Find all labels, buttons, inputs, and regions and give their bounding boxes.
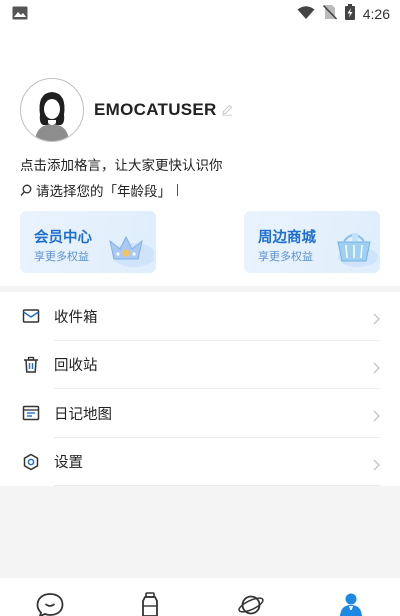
tab-profile[interactable] bbox=[338, 592, 364, 616]
username: EMOCATUSER bbox=[94, 100, 217, 119]
menu-item-label: 日记地图 bbox=[54, 406, 112, 423]
tab-explore[interactable] bbox=[237, 592, 265, 616]
tab-bottle[interactable] bbox=[139, 592, 161, 616]
menu-item-trash[interactable]: 回收站 bbox=[0, 341, 400, 389]
merch-store-subtitle: 享更多权益 bbox=[258, 250, 313, 263]
menu-item-settings[interactable]: 设置 bbox=[0, 438, 400, 486]
profile-header: EMOCATUSER bbox=[20, 78, 233, 142]
tab-chat[interactable] bbox=[36, 592, 64, 616]
no-sim-icon bbox=[322, 4, 337, 24]
menu-item-label: 回收站 bbox=[54, 358, 98, 375]
trash-icon bbox=[22, 356, 40, 374]
battery-charging-icon bbox=[344, 4, 355, 24]
settings-icon bbox=[22, 453, 40, 471]
motto-prompt[interactable]: 点击添加格言，让大家更快认识你 bbox=[20, 154, 223, 174]
menu-item-label: 设置 bbox=[54, 455, 83, 472]
image-icon bbox=[12, 5, 28, 24]
status-time: 4:26 bbox=[362, 6, 390, 22]
wifi-icon bbox=[297, 5, 315, 24]
profile-icon bbox=[338, 593, 364, 616]
chat-icon bbox=[36, 593, 64, 616]
menu-item-diary-map[interactable]: 日记地图 bbox=[0, 389, 400, 438]
bottle-icon bbox=[139, 592, 161, 616]
chevron-right-icon bbox=[373, 456, 380, 475]
edit-icon[interactable] bbox=[221, 104, 233, 116]
menu-list: 收件箱 回收站 日记地图 设置 bbox=[0, 292, 400, 486]
menu-item-inbox[interactable]: 收件箱 bbox=[0, 292, 400, 341]
vip-center-title: 会员中心 bbox=[34, 230, 92, 246]
inbox-icon bbox=[22, 307, 40, 325]
text-cursor bbox=[177, 184, 178, 196]
search-icon bbox=[20, 184, 32, 197]
map-icon bbox=[22, 404, 40, 422]
shopping-basket-icon bbox=[330, 225, 378, 271]
merch-store-card[interactable]: 周边商城 享更多权益 bbox=[244, 211, 380, 273]
status-bar: 4:26 bbox=[0, 0, 400, 28]
age-prompt: 请选择您的「年龄段」 bbox=[36, 184, 171, 200]
bottom-tab-bar bbox=[0, 578, 400, 616]
age-selector[interactable]: 请选择您的「年龄段」 bbox=[20, 180, 178, 200]
chevron-right-icon bbox=[373, 359, 380, 378]
vip-center-subtitle: 享更多权益 bbox=[34, 250, 89, 263]
planet-icon bbox=[237, 595, 265, 616]
page-background bbox=[0, 486, 400, 578]
avatar[interactable] bbox=[20, 78, 84, 142]
menu-item-label: 收件箱 bbox=[54, 309, 98, 326]
vip-center-card[interactable]: 会员中心 享更多权益 bbox=[20, 211, 156, 273]
chevron-right-icon bbox=[373, 407, 380, 426]
crown-icon bbox=[98, 223, 156, 271]
merch-store-title: 周边商城 bbox=[258, 230, 316, 246]
chevron-right-icon bbox=[373, 310, 380, 329]
